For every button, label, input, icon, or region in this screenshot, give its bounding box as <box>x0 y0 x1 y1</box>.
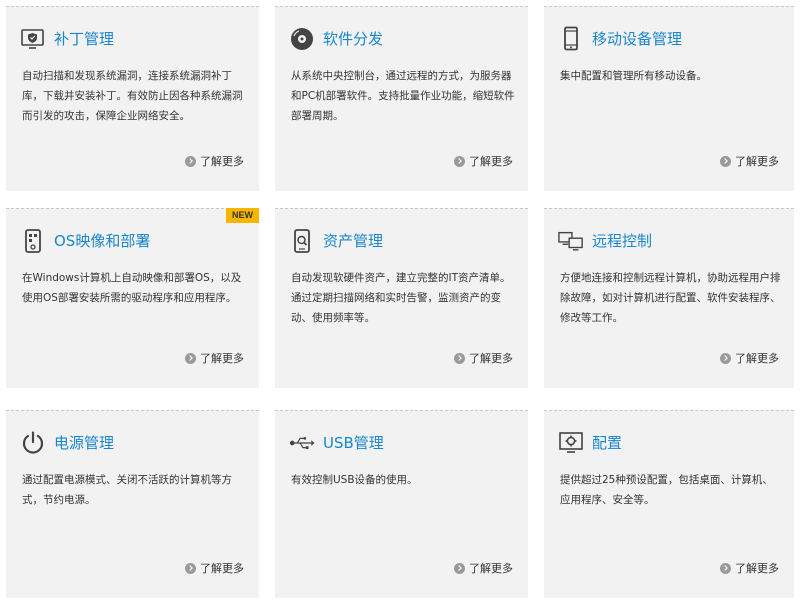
learn-more-link[interactable]: 了解更多 <box>454 560 513 576</box>
card-description: 有效控制USB设备的使用。 <box>291 474 418 486</box>
chevron-right-icon <box>185 155 196 167</box>
asset-search-device-icon <box>289 228 315 254</box>
chevron-right-icon <box>185 352 196 364</box>
card-header: OS映像和部署 <box>20 228 150 254</box>
card-title[interactable]: 补丁管理 <box>54 29 114 49</box>
card-header: 资产管理 <box>289 228 383 254</box>
software-disc-icon <box>289 26 315 52</box>
card-title[interactable]: 电源管理 <box>54 433 114 453</box>
learn-more-label: 了解更多 <box>735 155 779 168</box>
learn-more-link[interactable]: 了解更多 <box>454 153 513 169</box>
learn-more-link[interactable]: 了解更多 <box>720 560 779 576</box>
card-header: 移动设备管理 <box>558 26 682 52</box>
learn-more-label: 了解更多 <box>200 352 244 365</box>
chevron-right-icon <box>720 155 731 167</box>
feature-card-asset[interactable]: 资产管理 自动发现软硬件资产，建立完整的IT资产清单。通过定期扫描网络和实时告警… <box>275 208 528 388</box>
chevron-right-icon <box>720 562 731 574</box>
learn-more-label: 了解更多 <box>469 155 513 168</box>
card-title[interactable]: 移动设备管理 <box>592 29 682 49</box>
mobile-device-icon <box>558 26 584 52</box>
card-header: 远程控制 <box>558 228 652 254</box>
card-description: 在Windows计算机上自动映像和部署OS，以及使用OS部署安装所需的驱动程序和… <box>22 272 242 304</box>
chevron-right-icon <box>720 352 731 364</box>
feature-card-os-imaging[interactable]: NEW OS映像和部署 在Windows计算机上自动映像和部署OS，以及使用OS… <box>6 208 259 388</box>
feature-card-remote[interactable]: 远程控制 方便地连接和控制远程计算机，协助远程用户排除故障，如对计算机进行配置、… <box>544 208 794 388</box>
card-description: 方便地连接和控制远程计算机，协助远程用户排除故障，如对计算机进行配置、软件安装程… <box>560 272 781 324</box>
card-title[interactable]: 软件分发 <box>323 29 383 49</box>
card-description: 提供超过25种预设配置，包括桌面、计算机、应用程序、安全等。 <box>560 474 773 506</box>
learn-more-link[interactable]: 了解更多 <box>454 350 513 366</box>
card-header: USB管理 <box>289 430 384 456</box>
learn-more-link[interactable]: 了解更多 <box>720 153 779 169</box>
chevron-right-icon <box>454 155 465 167</box>
learn-more-label: 了解更多 <box>469 562 513 575</box>
learn-more-link[interactable]: 了解更多 <box>185 350 244 366</box>
card-description: 集中配置和管理所有移动设备。 <box>560 70 707 82</box>
feature-grid: 补丁管理 自动扫描和发现系统漏洞，连接系统漏洞补丁库，下载并安装补丁。有效防止因… <box>0 0 800 604</box>
card-header: 补丁管理 <box>20 26 114 52</box>
learn-more-label: 了解更多 <box>200 562 244 575</box>
card-title[interactable]: USB管理 <box>323 433 384 453</box>
chevron-right-icon <box>185 562 196 574</box>
card-description: 自动发现软硬件资产，建立完整的IT资产清单。通过定期扫描网络和实时告警，监测资产… <box>291 272 511 324</box>
learn-more-label: 了解更多 <box>735 352 779 365</box>
card-description: 自动扫描和发现系统漏洞，连接系统漏洞补丁库，下载并安装补丁。有效防止因各种系统漏… <box>22 70 243 122</box>
card-description: 通过配置电源模式、关闭不活跃的计算机等方式，节约电源。 <box>22 474 232 506</box>
feature-card-software[interactable]: 软件分发 从系统中央控制台，通过远程的方式，为服务器和PC机部署软件。支持批量作… <box>275 6 528 191</box>
card-title[interactable]: OS映像和部署 <box>54 231 150 251</box>
patch-shield-monitor-icon <box>20 26 46 52</box>
learn-more-label: 了解更多 <box>200 155 244 168</box>
feature-card-patch[interactable]: 补丁管理 自动扫描和发现系统漏洞，连接系统漏洞补丁库，下载并安装补丁。有效防止因… <box>6 6 259 191</box>
learn-more-label: 了解更多 <box>735 562 779 575</box>
config-gear-monitor-icon <box>558 430 584 456</box>
card-title[interactable]: 远程控制 <box>592 231 652 251</box>
card-title[interactable]: 配置 <box>592 433 622 453</box>
feature-card-mobile[interactable]: 移动设备管理 集中配置和管理所有移动设备。 了解更多 <box>544 6 794 191</box>
chevron-right-icon <box>454 562 465 574</box>
remote-monitors-icon <box>558 228 584 254</box>
learn-more-label: 了解更多 <box>469 352 513 365</box>
usb-icon <box>289 430 315 456</box>
learn-more-link[interactable]: 了解更多 <box>185 153 244 169</box>
learn-more-link[interactable]: 了解更多 <box>185 560 244 576</box>
card-header: 配置 <box>558 430 622 456</box>
power-icon <box>20 430 46 456</box>
card-description: 从系统中央控制台，通过远程的方式，为服务器和PC机部署软件。支持批量作业功能，缩… <box>291 70 515 122</box>
new-badge: NEW <box>226 208 259 223</box>
feature-card-config[interactable]: 配置 提供超过25种预设配置，包括桌面、计算机、应用程序、安全等。 了解更多 <box>544 410 794 598</box>
chevron-right-icon <box>454 352 465 364</box>
card-header: 电源管理 <box>20 430 114 456</box>
feature-card-usb[interactable]: USB管理 有效控制USB设备的使用。 了解更多 <box>275 410 528 598</box>
feature-card-power[interactable]: 电源管理 通过配置电源模式、关闭不活跃的计算机等方式，节约电源。 了解更多 <box>6 410 259 598</box>
os-imaging-icon <box>20 228 46 254</box>
card-header: 软件分发 <box>289 26 383 52</box>
learn-more-link[interactable]: 了解更多 <box>720 350 779 366</box>
card-title[interactable]: 资产管理 <box>323 231 383 251</box>
